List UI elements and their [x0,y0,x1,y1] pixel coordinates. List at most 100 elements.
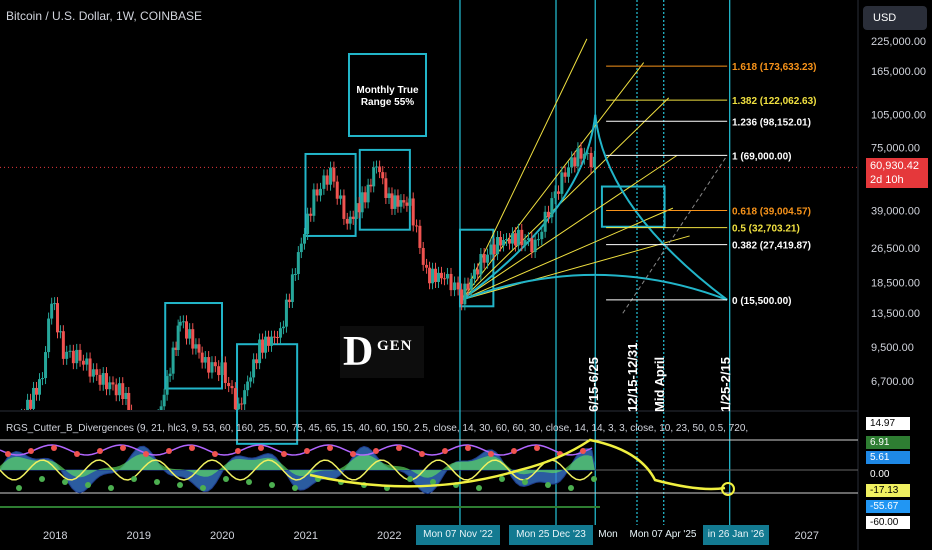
candle-body [258,339,262,364]
candle-body [159,406,163,410]
osc-dot-green [499,476,505,482]
candle-body [312,189,316,216]
candle-body [111,382,115,385]
y-tick-label: 13,500.00 [871,308,920,320]
candle-body [332,167,336,182]
fan-line [461,235,690,301]
candle-body [78,349,82,361]
candle-body [261,339,265,353]
date-tag-4: Mon 07 Apr '25 [629,529,697,540]
candle-body [287,299,291,302]
candle-body [302,233,306,244]
candle-body [114,384,118,396]
currency-button[interactable]: USD [863,6,927,30]
candle-body [589,152,593,168]
candle-body [476,269,480,275]
candle-body [85,358,89,365]
candle-body [372,167,376,187]
candle-body [437,272,441,282]
candle-body [567,167,571,177]
osc-value-badge: 6.91 [866,436,910,449]
osc-dot-red [580,448,586,454]
date-tag-5: in 26 Jan '26 [703,525,769,545]
candle-body [88,358,92,377]
osc-value-badge: 14.97 [866,417,910,430]
candle-body [592,156,596,168]
osc-dot-green [108,485,114,491]
y-tick-label: 26,500.00 [871,243,920,255]
vertical-label-4: 1/25-2/15 [718,357,733,412]
candle-body [526,238,530,241]
candle-body [213,362,217,367]
candle-body [176,325,180,350]
projection-line [622,155,728,314]
candle-body [29,399,33,409]
candle-body [363,192,367,203]
candle-body [378,166,382,173]
vertical-label-1: 6/15-6/25 [586,357,601,412]
candle-body [510,233,514,244]
candle-body [40,378,44,380]
candle-body [428,267,432,284]
candle-body [550,198,554,218]
x-tick-label: 2020 [210,530,235,542]
fib-level-label: 1.382 (122,062.63) [732,96,817,107]
annotation-box[interactable]: Monthly True Range 55% [348,53,427,137]
candle-body [61,331,65,359]
candle-body [44,352,48,379]
candle-body [543,211,547,232]
osc-dot-green [476,485,482,491]
candle-body [540,231,544,240]
candle-body [53,303,57,305]
osc-dot-red [373,448,379,454]
candle-body [220,362,224,376]
fib-level-label: 1.236 (98,152.01) [732,117,811,128]
candle-body [56,303,60,333]
fib-level-label: 0.5 (32,703.21) [732,224,800,235]
candle-body [486,254,490,263]
candle-body [415,225,419,227]
candle-body [207,357,211,373]
osc-dot-red [327,445,333,451]
indicator-title[interactable]: RGS_Cutter_B_Divergences (9, 21, hlc3, 9… [6,423,886,434]
osc-dot-green [545,482,551,488]
candle-body [32,387,36,409]
candle-body [533,239,537,253]
candle-body [399,200,403,207]
candle-body [290,274,294,302]
candle-body [249,377,253,382]
candle-body [178,321,182,326]
candle-body [162,394,166,407]
osc-dot-green [131,476,137,482]
candle-body [348,216,352,224]
candle-body [309,213,313,216]
osc-dot-red [281,451,287,457]
fib-level-label: 0.382 (27,419.87) [732,241,811,252]
candle-body [456,282,460,290]
candle-body [576,148,580,167]
osc-value-badge: -55.67 [866,500,910,513]
candle-body [489,244,493,255]
x-tick-label: 2019 [126,530,151,542]
candle-body [460,289,464,305]
candle-body [329,167,333,185]
osc-purple-line [0,444,593,456]
candle-body [75,349,79,364]
osc-dot-green [177,482,183,488]
osc-dot-green [16,485,22,491]
x-tick-label: 2022 [377,530,402,542]
osc-dot-red [212,451,218,457]
candle-body [237,403,241,410]
candle-body [227,382,231,387]
candle-body [95,369,99,375]
osc-dot-green [269,482,275,488]
osc-dot-green [62,479,68,485]
chart-canvas[interactable]: 225,000.00 165,000.00 105,000.00 75,000.00 3… [0,0,932,550]
osc-dot-green [85,482,91,488]
arc-curve [461,273,728,301]
candle-body [396,195,400,207]
candle-body [127,392,131,410]
candle-body [384,178,388,198]
candle-body [516,229,520,246]
osc-dot-green [223,476,229,482]
